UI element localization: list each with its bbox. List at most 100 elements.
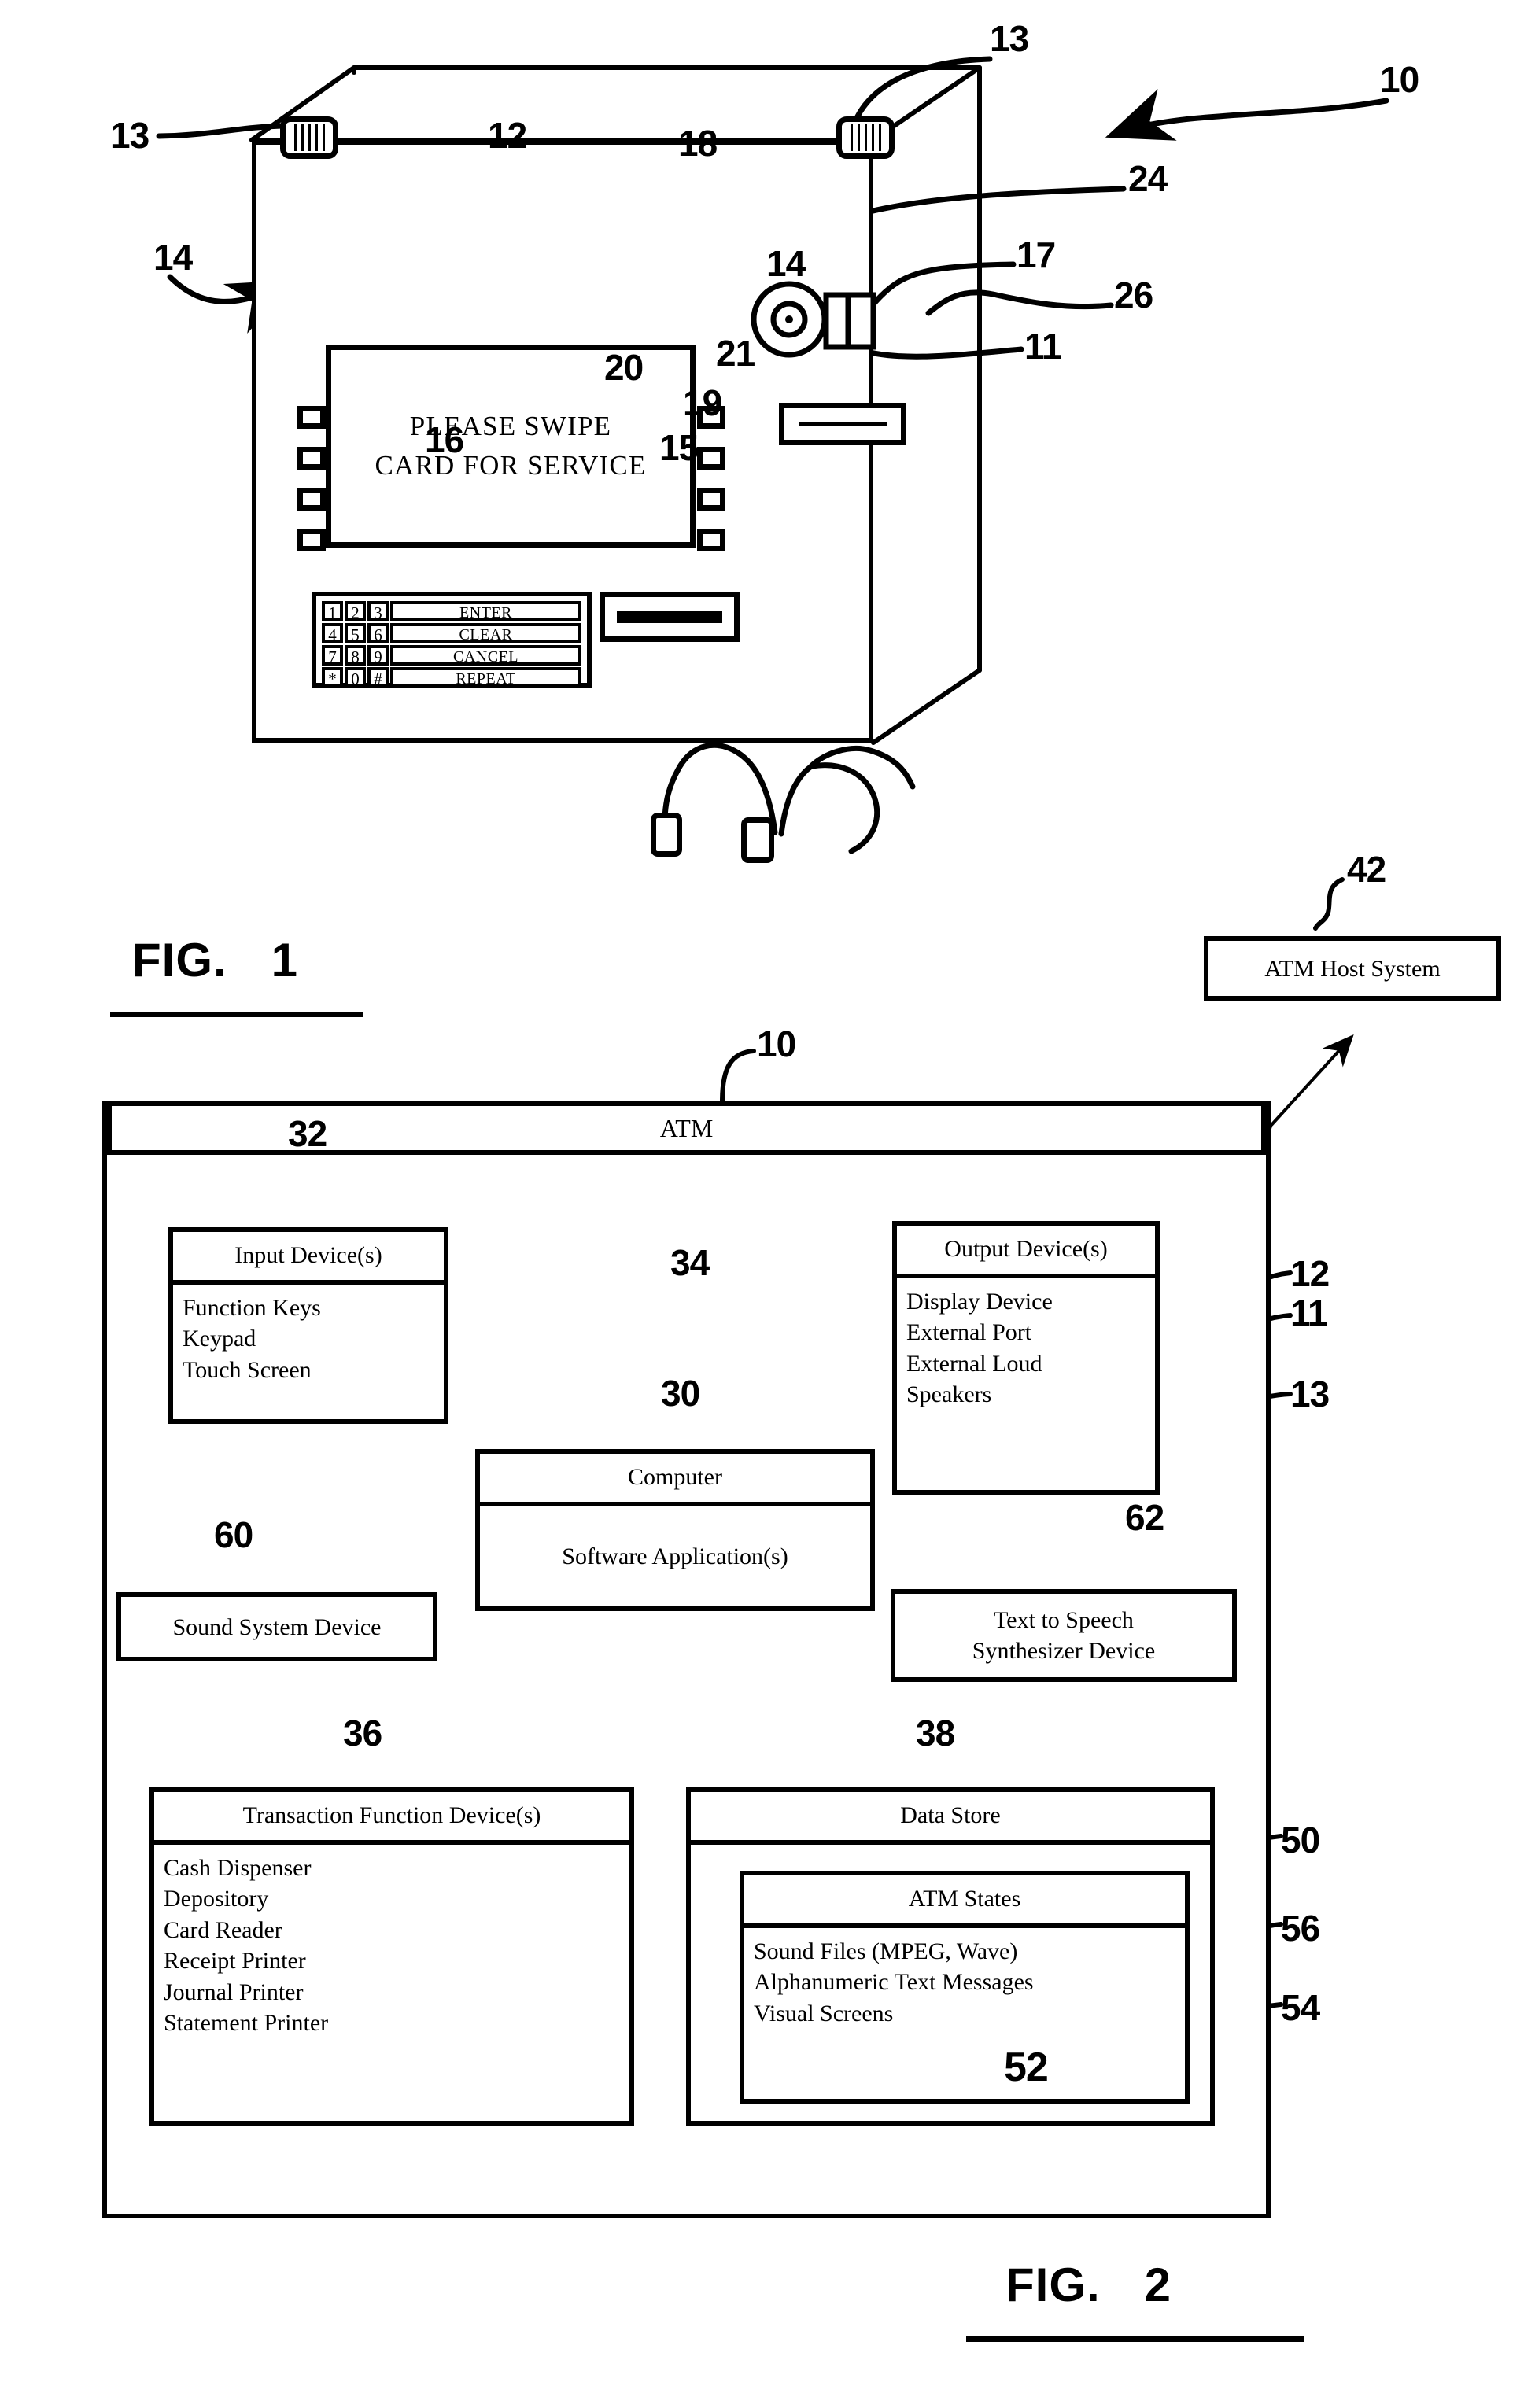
keypad-row: 4 5 6 CLEAR <box>322 623 581 643</box>
block-atm-states-body: Sound Files (MPEG, Wave) Alphanumeric Te… <box>744 1928 1185 2100</box>
patent-drawing-sheet: PLEASE SWIPE CARD FOR SERVICE 1 2 3 ENTE… <box>0 0 1535 2408</box>
key-repeat[interactable]: REPEAT <box>390 667 581 688</box>
block-computer-body: Software Application(s) <box>562 1543 788 1570</box>
ref-numeral-36: 36 <box>343 1713 382 1753</box>
key-9[interactable]: 9 <box>367 645 389 666</box>
key-clear[interactable]: CLEAR <box>390 623 581 643</box>
input-device-item: Keypad <box>183 1326 256 1352</box>
key-4[interactable]: 4 <box>322 623 343 643</box>
ref-numeral-52: 52 <box>1004 2045 1049 2090</box>
ref-numeral-50: 50 <box>1281 1820 1320 1860</box>
external-loud-speaker-right <box>836 116 895 159</box>
display-message-line-2: CARD FOR SERVICE <box>375 450 647 481</box>
ref-numeral-32: 32 <box>288 1113 327 1154</box>
block-atm-states-header: ATM States <box>744 1875 1185 1928</box>
input-device-item: Touch Screen <box>183 1356 312 1383</box>
figure-1-caption-number: 1 <box>271 934 299 986</box>
ref-numeral-13-left: 13 <box>110 115 149 156</box>
key-1[interactable]: 1 <box>322 601 343 621</box>
transaction-device-item: Cash Dispenser <box>164 1854 312 1881</box>
figure-1-caption-prefix: FIG. <box>132 934 227 986</box>
key-enter[interactable]: ENTER <box>390 601 581 621</box>
ref-numeral-56: 56 <box>1281 1908 1320 1949</box>
function-key-right-4[interactable] <box>697 529 725 551</box>
atm-state-item: Sound Files (MPEG, Wave) <box>754 1938 1018 1964</box>
function-key-right-2[interactable] <box>697 447 725 470</box>
function-key-right-3[interactable] <box>697 488 725 511</box>
key-hash[interactable]: # <box>367 667 389 688</box>
keypad-row: 1 2 3 ENTER <box>322 601 581 621</box>
keypad-grid: 1 2 3 ENTER 4 5 6 CLEAR 7 8 9 CANCEL * 0… <box>320 599 583 689</box>
ref-numeral-54: 54 <box>1281 1987 1320 2028</box>
block-output-devices: Output Device(s) Display Device External… <box>892 1221 1160 1495</box>
output-device-item: External Loud <box>906 1350 1042 1377</box>
key-cancel[interactable]: CANCEL <box>390 645 581 666</box>
transaction-device-item: Card Reader <box>164 1916 282 1943</box>
headphone-earcup-right <box>741 817 774 863</box>
block-transaction-function-devices: Transaction Function Device(s) Cash Disp… <box>149 1787 634 2126</box>
receipt-cash-slot[interactable] <box>600 592 740 642</box>
output-device-item: External Port <box>906 1319 1032 1346</box>
ref-numeral-17: 17 <box>1017 234 1056 275</box>
block-output-devices-body: Display Device External Port External Lo… <box>897 1278 1155 1491</box>
ref-numeral-18: 18 <box>678 123 718 164</box>
atm-host-system-box: ATM Host System <box>1204 936 1501 1001</box>
transaction-device-item: Depository <box>164 1886 269 1912</box>
card-slot-aperture <box>798 422 887 426</box>
figure-2-caption-number: 2 <box>1144 2259 1172 2311</box>
ref-numeral-26: 26 <box>1114 275 1153 315</box>
key-6[interactable]: 6 <box>367 623 389 643</box>
ref-numeral-15: 15 <box>659 427 699 468</box>
key-8[interactable]: 8 <box>345 645 366 666</box>
key-7[interactable]: 7 <box>322 645 343 666</box>
figure-1-caption: FIG. 1 <box>132 933 298 987</box>
key-2[interactable]: 2 <box>345 601 366 621</box>
block-sound-system-device: Sound System Device <box>116 1592 437 1661</box>
ref-numeral-42: 42 <box>1347 849 1386 890</box>
block-data-store-header: Data Store <box>691 1792 1210 1845</box>
block-transaction-function-devices-body: Cash Dispenser Depository Card Reader Re… <box>154 1845 629 2122</box>
block-computer: Computer Software Application(s) <box>475 1449 875 1611</box>
output-device-item: Display Device <box>906 1288 1053 1315</box>
ref-numeral-38: 38 <box>916 1713 955 1753</box>
atm-system-title: ATM <box>107 1106 1266 1155</box>
function-key-left-1[interactable] <box>297 406 326 429</box>
ref-numeral-10-fig1: 10 <box>1380 59 1419 100</box>
block-computer-header: Computer <box>480 1454 870 1506</box>
ref-numeral-14-right: 14 <box>766 243 806 284</box>
external-loud-speaker-left <box>280 116 338 159</box>
figure-2-caption: FIG. 2 <box>1005 2258 1172 2312</box>
ref-numeral-10-fig2: 10 <box>757 1023 796 1064</box>
ref-numeral-24: 24 <box>1128 158 1168 199</box>
tts-line-1: Text to Speech <box>994 1607 1134 1633</box>
figure-2-caption-prefix: FIG. <box>1005 2259 1101 2311</box>
transaction-device-item: Receipt Printer <box>164 1948 306 1975</box>
receipt-slot-aperture <box>616 611 723 623</box>
block-output-devices-header: Output Device(s) <box>897 1226 1155 1278</box>
keypad-row: 7 8 9 CANCEL <box>322 645 581 666</box>
input-device-item: Function Keys <box>183 1294 321 1321</box>
atm-state-item: Visual Screens <box>754 2000 894 2026</box>
function-key-left-2[interactable] <box>297 447 326 470</box>
function-key-left-3[interactable] <box>297 488 326 511</box>
ref-numeral-62: 62 <box>1125 1497 1164 1538</box>
ref-numeral-19: 19 <box>683 382 722 423</box>
key-5[interactable]: 5 <box>345 623 366 643</box>
ref-numeral-13-right: 13 <box>990 18 1029 59</box>
card-reader-slot[interactable] <box>779 403 906 445</box>
key-0[interactable]: 0 <box>345 667 366 688</box>
figure-2-caption-rule <box>966 2336 1304 2342</box>
ref-numeral-13-fig2: 13 <box>1290 1374 1330 1414</box>
function-key-left-4[interactable] <box>297 529 326 551</box>
block-transaction-function-devices-header: Transaction Function Device(s) <box>154 1792 629 1845</box>
block-text-to-speech-device: Text to Speech Synthesizer Device <box>891 1589 1237 1682</box>
figure-1-caption-rule <box>110 1012 363 1017</box>
key-star[interactable]: * <box>322 667 343 688</box>
key-3[interactable]: 3 <box>367 601 389 621</box>
tts-line-2: Synthesizer Device <box>972 1638 1156 1664</box>
keypad[interactable]: 1 2 3 ENTER 4 5 6 CLEAR 7 8 9 CANCEL * 0… <box>312 592 592 688</box>
ref-numeral-12-fig1: 12 <box>488 115 527 156</box>
ref-numeral-11-fig2: 11 <box>1290 1293 1328 1333</box>
ref-numeral-14-left: 14 <box>153 237 193 278</box>
ref-numeral-11-fig1: 11 <box>1024 326 1062 367</box>
